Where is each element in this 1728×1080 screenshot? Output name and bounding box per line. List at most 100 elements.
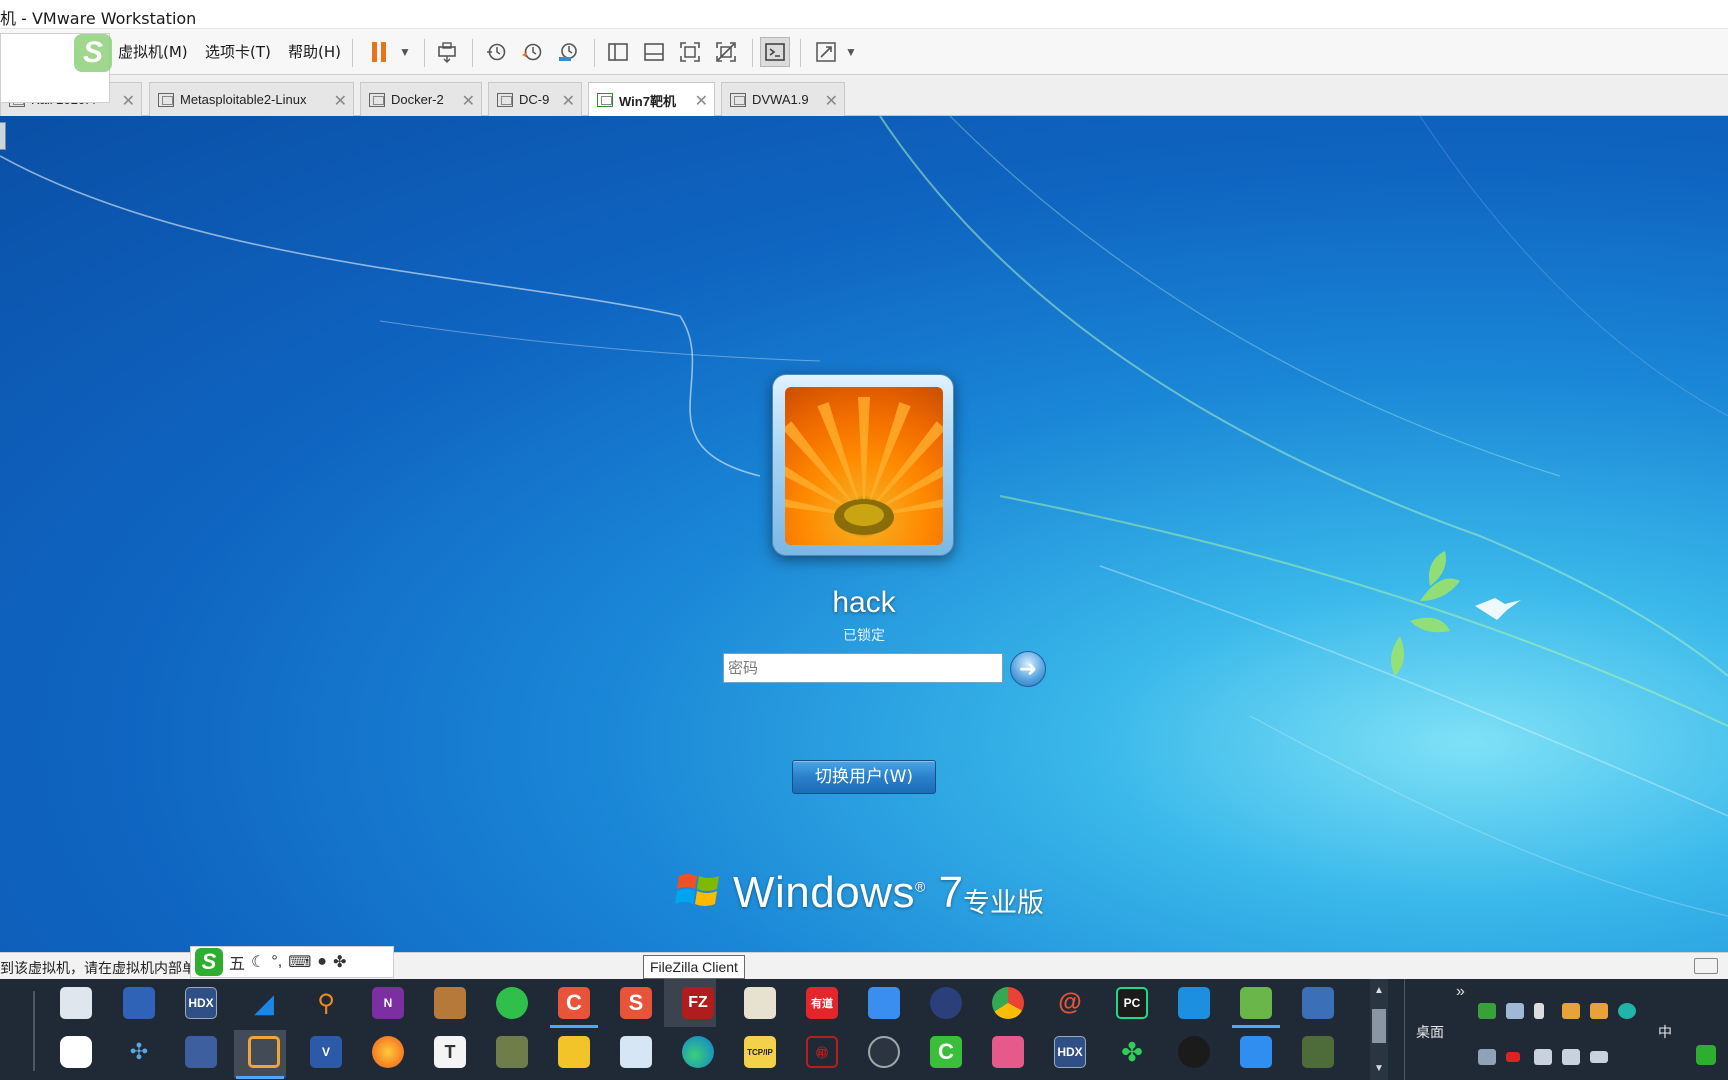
send-ctrl-alt-del-icon[interactable] [432, 37, 462, 67]
wps-s-icon[interactable]: S [620, 987, 652, 1019]
submit-arrow-button[interactable]: ➜ [1010, 651, 1046, 687]
vpn-lock-icon[interactable] [868, 1036, 900, 1068]
wechat-icon[interactable] [496, 987, 528, 1019]
burp-icon[interactable]: @ [1054, 987, 1086, 1019]
filezilla-icon[interactable]: FZ [682, 987, 714, 1019]
terminal-icon[interactable] [760, 37, 790, 67]
taskbar-scrollbar[interactable]: ▲ ▼ [1370, 979, 1388, 1080]
windows-copy-icon[interactable] [1478, 1049, 1496, 1065]
menu-tabs[interactable]: 选项卡(T) [205, 41, 271, 62]
pause-dropdown-icon[interactable]: ▼ [390, 37, 420, 67]
typora-icon[interactable]: T [434, 1036, 466, 1068]
console-view-icon[interactable] [639, 37, 669, 67]
sogou-logo-icon[interactable]: S [195, 948, 223, 976]
scroll-down-icon[interactable]: ▼ [1374, 1063, 1384, 1074]
python-icon[interactable] [744, 987, 776, 1019]
vm-icon [158, 92, 174, 107]
vm-console[interactable]: hack 已锁定 密码 ➜ 切换用户(W) Windows® 7 专业版 [0, 116, 1728, 952]
unity-icon[interactable] [711, 37, 741, 67]
ime-language[interactable]: 中 [1658, 1022, 1672, 1042]
seal-icon[interactable]: ㊞ [806, 1036, 838, 1068]
close-icon[interactable]: ✕ [334, 91, 347, 111]
close-icon[interactable]: ✕ [562, 91, 575, 111]
close-icon[interactable]: ✕ [462, 91, 475, 111]
sogou-tray-icon[interactable] [1696, 1045, 1716, 1065]
pycharm-icon[interactable]: PC [1116, 987, 1148, 1019]
clover-icon[interactable]: ✤ [1116, 1036, 1148, 1068]
pdf-c-icon[interactable]: C [558, 987, 590, 1019]
grid-icon[interactable]: ✤ [333, 952, 346, 972]
vmware-icon[interactable] [248, 1036, 280, 1068]
hdx-icon[interactable]: HDX [185, 987, 217, 1019]
snapshot-manager-icon[interactable] [553, 37, 583, 67]
notepad-icon[interactable] [1240, 987, 1272, 1019]
record-icon[interactable] [1506, 1052, 1520, 1062]
snipaste-icon[interactable] [992, 1036, 1024, 1068]
feishu-bird-icon[interactable] [1240, 1036, 1272, 1068]
switch-user-button[interactable]: 切换用户(W) [792, 760, 936, 794]
password-input[interactable]: 密码 [723, 653, 1003, 683]
moon-icon[interactable]: ☾ [251, 952, 265, 972]
tab-docker-2[interactable]: Docker-2 ✕ [360, 82, 482, 116]
network-icon[interactable] [1302, 987, 1334, 1019]
qq-tray-icon[interactable] [1562, 1003, 1580, 1019]
nvidia-icon[interactable] [1478, 1003, 1496, 1019]
youdao-icon[interactable]: 有道 [806, 987, 838, 1019]
mic-icon[interactable] [1534, 1003, 1544, 1019]
hdx-view-icon[interactable] [185, 1036, 217, 1068]
tab-win7[interactable]: Win7靶机 ✕ [588, 82, 715, 117]
stretch-dropdown-icon[interactable]: ▼ [836, 37, 866, 67]
snapshot-icon[interactable] [481, 37, 511, 67]
magnifier-icon[interactable] [620, 1036, 652, 1068]
molecule-icon[interactable]: ✣ [123, 1036, 155, 1068]
edge-tray-icon[interactable] [1618, 1003, 1636, 1019]
ime-mode[interactable]: 五 [229, 950, 245, 974]
file-explorer-icon[interactable] [60, 987, 92, 1019]
camtasia-icon[interactable]: C [930, 1036, 962, 1068]
qq-tray-icon-2[interactable] [1590, 1003, 1608, 1019]
scroll-up-icon[interactable]: ▲ [1374, 985, 1384, 996]
punctuation-icon[interactable]: °, [271, 953, 282, 971]
vm-side-handle[interactable] [0, 122, 6, 150]
qq-icon[interactable] [1178, 1036, 1210, 1068]
baidu-netdisk-icon[interactable] [60, 1036, 92, 1068]
wireshark-icon[interactable]: ◢ [248, 987, 280, 1019]
tab-metasploitable2[interactable]: Metasploitable2-Linux ✕ [149, 82, 354, 116]
chrome-icon[interactable] [992, 987, 1024, 1019]
fullscreen-icon[interactable] [675, 37, 705, 67]
menu-vm[interactable]: 虚拟机(M) [118, 41, 188, 62]
network-tray-icon[interactable] [1534, 1049, 1552, 1065]
save-icon[interactable] [123, 987, 155, 1019]
onenote-icon[interactable]: N [372, 987, 404, 1019]
search-tool-icon[interactable]: ⚲ [310, 987, 342, 1019]
keyboard-icon[interactable]: ⌨ [288, 952, 311, 972]
scroll-thumb[interactable] [1372, 1009, 1386, 1043]
firefox-icon[interactable] [372, 1036, 404, 1068]
feishu-icon[interactable] [868, 987, 900, 1019]
eclipse-icon[interactable] [930, 987, 962, 1019]
battery-icon[interactable] [1590, 1051, 1608, 1063]
user-icon[interactable]: ● [317, 953, 327, 971]
app-icon[interactable] [496, 1036, 528, 1068]
hdx-icon-2[interactable]: HDX [1054, 1036, 1086, 1068]
tcp-ip-icon[interactable]: TCP/IP [744, 1036, 776, 1068]
tab-dc-9[interactable]: DC-9 ✕ [488, 82, 582, 116]
visio-icon[interactable]: V [310, 1036, 342, 1068]
remote-icon[interactable] [1178, 987, 1210, 1019]
tab-dvwa[interactable]: DVWA1.9 ✕ [721, 82, 845, 116]
library-view-icon[interactable] [603, 37, 633, 67]
monitor-icon[interactable] [1506, 1003, 1524, 1019]
sticky-notes-icon[interactable] [558, 1036, 590, 1068]
close-icon[interactable]: ✕ [825, 91, 838, 111]
volume-icon[interactable] [1562, 1049, 1580, 1065]
close-icon[interactable]: ✕ [122, 91, 135, 111]
desktop-label[interactable]: 桌面 [1416, 1022, 1444, 1042]
edge-icon[interactable] [682, 1036, 714, 1068]
device-status-icon[interactable] [1694, 958, 1718, 974]
tray-expand-chevron[interactable]: » [1456, 983, 1465, 1001]
close-icon[interactable]: ✕ [695, 91, 708, 111]
revert-snapshot-icon[interactable] [517, 37, 547, 67]
menu-help[interactable]: 帮助(H) [288, 41, 341, 62]
library-icon[interactable] [434, 987, 466, 1019]
sec-tool-icon[interactable] [1302, 1036, 1334, 1068]
